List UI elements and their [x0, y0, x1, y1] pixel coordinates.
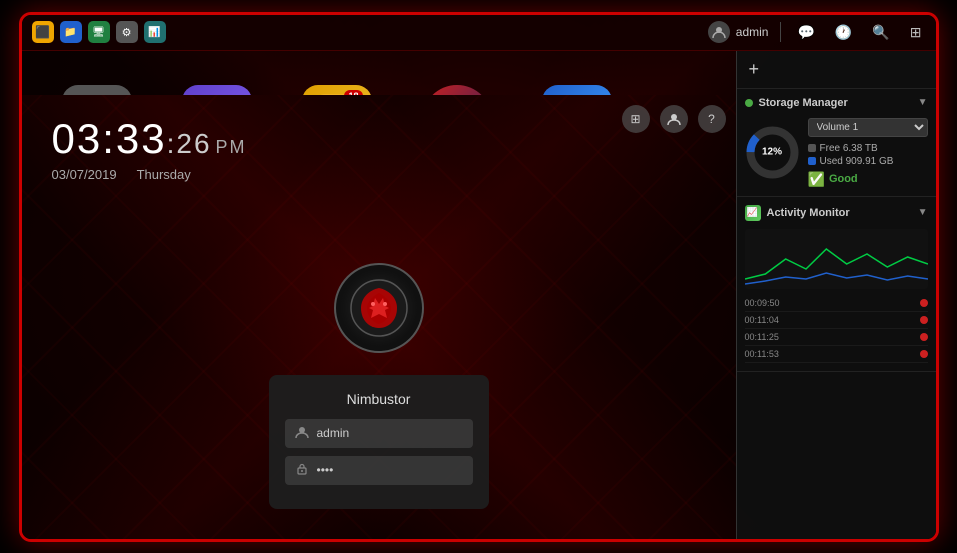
- good-badge: ✅ Good: [808, 171, 928, 188]
- lock-grid-button[interactable]: ⊞: [622, 105, 650, 133]
- used-dot: [808, 157, 816, 165]
- activity-time-2: 00:11:04: [745, 315, 779, 325]
- storage-donut: 12%: [745, 125, 800, 180]
- device-frame: ⬛ 📁 🖥 ⚙ 📊 admin 💬: [19, 12, 939, 542]
- files-taskbar-icon[interactable]: 📁: [60, 21, 82, 43]
- good-text: Good: [829, 173, 858, 185]
- free-label: Free 6.38 TB: [820, 143, 878, 154]
- grid-taskbar-icon[interactable]: ⊞: [906, 22, 926, 43]
- lock-controls: ⊞ ?: [622, 105, 726, 133]
- adm-taskbar-icon[interactable]: 🖥: [88, 21, 110, 43]
- lock-field-icon: [295, 462, 309, 479]
- username-input[interactable]: [317, 426, 463, 440]
- lock-time-display: 03:33:26PM: [52, 115, 247, 163]
- activity-status-1: [920, 299, 928, 307]
- dragon-circle: [334, 263, 424, 353]
- login-form: Nimbustor: [269, 375, 489, 509]
- lock-time-hour: 03:33: [52, 115, 167, 162]
- lock-date-display: 03/07/2019 Thursday: [52, 167, 247, 182]
- free-storage-row: Free 6.38 TB: [808, 143, 928, 154]
- lock-time-ampm: PM: [216, 137, 247, 157]
- free-dot: [808, 144, 816, 152]
- storage-widget: Storage Manager ▼ 12% Volume 1: [737, 89, 936, 197]
- lock-time-seconds: :26: [167, 128, 212, 159]
- lock-time-section: 03:33:26PM 03/07/2019 Thursday: [52, 115, 247, 182]
- activity-rows: 00:09:50 00:11:04 00:11:25 00:11:53: [745, 295, 928, 363]
- clock-icon[interactable]: 🕐: [831, 22, 856, 43]
- lock-date: 03/07/2019: [52, 167, 117, 182]
- activity-widget-chevron[interactable]: ▼: [918, 207, 928, 218]
- activity-widget: 📈 Activity Monitor ▼ 00:09:50: [737, 197, 936, 372]
- storage-status-dot: [745, 99, 753, 107]
- activity-row-2: 00:11:04: [745, 312, 928, 329]
- activity-row-1: 00:09:50: [745, 295, 928, 312]
- activity-graph: [745, 229, 928, 289]
- admin-label: admin: [736, 25, 769, 39]
- user-field-icon: [295, 425, 309, 442]
- password-input[interactable]: [317, 463, 463, 477]
- good-check-icon: ✅: [808, 171, 825, 188]
- activity-row-3: 00:11:25: [745, 329, 928, 346]
- chat-icon[interactable]: 💬: [793, 22, 818, 43]
- activity-time-1: 00:09:50: [745, 298, 780, 308]
- activity-row-4: 00:11:53: [745, 346, 928, 363]
- storage-widget-title: Storage Manager: [759, 97, 912, 109]
- volume-select[interactable]: Volume 1: [808, 118, 928, 137]
- used-label: Used 909.91 GB: [820, 156, 894, 167]
- activity-time-3: 00:11:25: [745, 332, 779, 342]
- password-field: [285, 456, 473, 485]
- activity-icon: 📈: [745, 205, 761, 221]
- lock-screen: ⊞ ? 03:33:26PM 03/07/2019 Thursday: [22, 95, 736, 539]
- taskbar-left: ⬛ 📁 🖥 ⚙ 📊: [32, 21, 166, 43]
- storage-widget-header: Storage Manager ▼: [745, 97, 928, 109]
- admin-avatar: [708, 21, 730, 43]
- launcher-icon[interactable]: ⬛: [32, 21, 54, 43]
- right-panel: + Storage Manager ▼ 12%: [736, 51, 936, 539]
- activity-widget-header: 📈 Activity Monitor ▼: [745, 205, 928, 221]
- lock-user-button[interactable]: [660, 105, 688, 133]
- donut-percent: 12%: [762, 147, 782, 158]
- panel-add-button[interactable]: +: [737, 51, 936, 89]
- taskbar-divider: [780, 22, 781, 42]
- admin-section[interactable]: admin: [708, 21, 769, 43]
- storage-content: 12% Volume 1 Free 6.38 TB Used 909.91 GB: [745, 117, 928, 188]
- login-title: Nimbustor: [285, 391, 473, 407]
- dragon-logo: [334, 263, 424, 353]
- activity-widget-title: Activity Monitor: [767, 207, 912, 219]
- taskbar: ⬛ 📁 🖥 ⚙ 📊 admin 💬: [22, 15, 936, 51]
- search-taskbar-icon[interactable]: 🔍: [868, 22, 893, 43]
- activity-status-4: [920, 350, 928, 358]
- desktop: ⬛ 📁 🖥 ⚙ 📊 admin 💬: [22, 15, 936, 539]
- lock-day: Thursday: [137, 167, 191, 182]
- storage-info: Volume 1 Free 6.38 TB Used 909.91 GB ✅: [808, 117, 928, 188]
- username-field: [285, 419, 473, 448]
- activity-status-3: [920, 333, 928, 341]
- storage-widget-chevron[interactable]: ▼: [918, 97, 928, 108]
- lock-help-button[interactable]: ?: [698, 105, 726, 133]
- monitor-taskbar-icon[interactable]: 📊: [144, 21, 166, 43]
- activity-status-2: [920, 316, 928, 324]
- used-storage-row: Used 909.91 GB: [808, 156, 928, 167]
- activity-time-4: 00:11:53: [745, 349, 779, 359]
- settings-taskbar-icon[interactable]: ⚙: [116, 21, 138, 43]
- taskbar-right: admin 💬 🕐 🔍 ⊞: [708, 21, 926, 43]
